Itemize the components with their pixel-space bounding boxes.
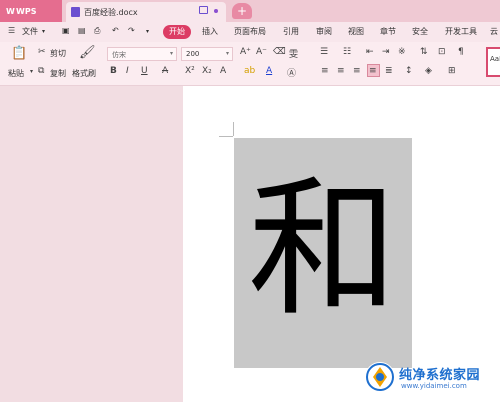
shading-icon[interactable]: ◈ [425, 66, 432, 76]
copy-icon[interactable]: ⧉ [38, 66, 44, 76]
tab-security[interactable]: 安全 [412, 26, 428, 37]
underline-icon[interactable]: U [141, 66, 148, 76]
new-tab-button[interactable]: + [232, 3, 252, 19]
wps-home-tab[interactable]: W WPS [0, 0, 62, 22]
superscript-icon[interactable]: X² [185, 66, 195, 76]
text-effect-icon[interactable]: A [220, 66, 226, 76]
tab-bar: W WPS 百度经验.docx + [0, 0, 500, 22]
tab-view[interactable]: 视图 [348, 26, 364, 37]
increase-font-icon[interactable]: A⁺ [240, 47, 251, 57]
numbered-list-icon[interactable]: ☷ [343, 47, 351, 57]
align-center-icon[interactable]: ≡ [337, 66, 345, 76]
quick-access-chevron-icon[interactable]: ▾ [146, 28, 149, 35]
bold-icon[interactable]: B [110, 66, 117, 76]
menu-file[interactable]: 文件 [22, 26, 38, 37]
document-tab[interactable]: 百度经验.docx [66, 2, 226, 22]
distribute-icon[interactable]: ≣ [385, 66, 393, 76]
highlight-icon[interactable]: ab [244, 66, 255, 76]
redo-icon[interactable]: ↷ [128, 26, 135, 35]
save-icon[interactable]: ▣ [62, 26, 70, 35]
decrease-font-icon[interactable]: A⁻ [256, 47, 267, 57]
unsaved-dot-icon [214, 9, 218, 13]
tab-insert[interactable]: 插入 [202, 26, 218, 37]
chevron-down-icon: ▾ [169, 50, 173, 57]
align-left-icon[interactable]: ≡ [321, 66, 329, 76]
chevron-down-icon: ▾ [225, 50, 229, 57]
font-size-value: 200 [186, 50, 200, 58]
style-preview-label: AaB [490, 55, 500, 63]
wps-logo-icon: W [6, 7, 15, 16]
increase-indent-icon[interactable]: ⇥ [382, 47, 390, 57]
show-marks-icon[interactable]: ⊡ [438, 47, 446, 57]
font-family-select[interactable]: 仿宋 ▾ [107, 47, 177, 61]
chinese-layout-icon[interactable]: ※ [398, 47, 406, 57]
align-right-icon[interactable]: ≡ [353, 66, 361, 76]
font-size-select[interactable]: 200 ▾ [181, 47, 233, 61]
chevron-down-icon[interactable]: ▾ [42, 28, 45, 35]
print-preview-icon[interactable]: ▤ [78, 26, 86, 35]
font-family-value: 仿宋 [112, 51, 126, 59]
decrease-indent-icon[interactable]: ⇤ [366, 47, 374, 57]
margin-corner-mark [219, 136, 233, 137]
document-tab-label: 百度经验.docx [84, 7, 138, 17]
sort-icon[interactable]: ⇅ [420, 47, 428, 57]
paste-button[interactable]: 粘贴 [8, 68, 24, 79]
document-icon [71, 7, 80, 17]
clear-format-icon[interactable]: ⌫ [273, 47, 286, 57]
align-justify-icon: ≡ [369, 66, 377, 76]
paste-chevron-icon[interactable]: ▾ [30, 68, 33, 75]
paragraph-icon[interactable]: ¶ [458, 47, 464, 57]
menu-bar: ☰ 文件 ▾ ▣ ▤ ⎙ ↶ ↷ ▾ 开始 插入 页面布局 引用 审阅 视图 章… [0, 22, 500, 42]
monitor-icon[interactable] [199, 6, 208, 14]
strikethrough-icon[interactable]: A [162, 66, 168, 76]
copy-button[interactable]: 复制 [50, 68, 66, 79]
style-preview[interactable]: AaB [486, 47, 500, 77]
large-character: 和 [247, 163, 398, 337]
print-icon[interactable]: ⎙ [94, 26, 100, 36]
phonetic-icon[interactable]: 雯 [289, 47, 298, 60]
italic-icon[interactable]: I [126, 66, 129, 76]
line-spacing-icon[interactable]: ↕ [405, 66, 413, 76]
bullet-list-icon[interactable]: ☰ [320, 47, 328, 57]
cut-icon[interactable]: ✂ [38, 47, 46, 57]
tab-start[interactable]: 开始 [163, 25, 191, 39]
wps-tab-label: WPS [16, 6, 37, 16]
paste-icon[interactable]: 📋 [11, 46, 27, 61]
watermark-logo-icon [365, 362, 395, 392]
char-border-icon[interactable]: Ⓐ [287, 66, 296, 79]
font-color-icon[interactable]: A [266, 66, 272, 76]
watermark-url: www.yidaimei.com [401, 382, 467, 390]
tab-references[interactable]: 引用 [283, 26, 299, 37]
tab-developer[interactable]: 开发工具 [445, 26, 477, 37]
cut-button[interactable]: 剪切 [50, 48, 66, 59]
undo-icon[interactable]: ↶ [112, 26, 119, 35]
tab-chapter[interactable]: 章节 [380, 26, 396, 37]
watermark: 纯净系统家园 www.yidaimei.com [355, 358, 500, 402]
format-painter-icon[interactable]: 🖌 [79, 45, 96, 60]
ribbon-toolbar: 📋 粘贴 ▾ ✂ 剪切 ⧉ 复制 🖌 格式刷 仿宋 ▾ 200 ▾ A⁺ A⁻ … [0, 42, 500, 86]
borders-icon[interactable]: ⊞ [448, 66, 456, 76]
format-painter-button[interactable]: 格式刷 [72, 68, 96, 79]
watermark-title: 纯净系统家园 [399, 368, 481, 383]
menu-icon[interactable]: ☰ [8, 26, 15, 35]
margin-corner-mark [233, 122, 234, 136]
tab-cloud[interactable]: 云 [490, 26, 498, 37]
subscript-icon[interactable]: X₂ [202, 66, 212, 76]
tab-page-layout[interactable]: 页面布局 [234, 26, 266, 37]
tab-review[interactable]: 审阅 [316, 26, 332, 37]
